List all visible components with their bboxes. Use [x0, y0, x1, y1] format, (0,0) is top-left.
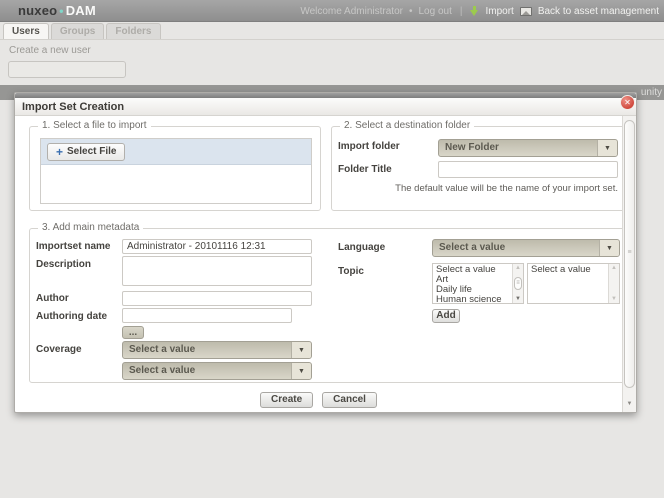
file-upload-box: + Select File [40, 138, 312, 204]
metadata-section: 3. Add main metadata Importset name Desc… [29, 228, 627, 383]
language-combobox[interactable]: Select a value ▼ [432, 239, 620, 257]
tab-folders[interactable]: Folders [106, 23, 160, 39]
topic-selected-scrollbar[interactable]: ▲ ▼ [608, 264, 619, 303]
importset-name-input[interactable] [122, 239, 312, 254]
dialog-scroll-down-button[interactable]: ▼ [624, 398, 635, 410]
close-button[interactable]: ✕ [620, 95, 635, 110]
topic-selected-items: Select a value [528, 264, 608, 303]
description-textarea[interactable] [122, 256, 312, 286]
folder-title-input[interactable] [438, 161, 618, 178]
import-folder-combobox[interactable]: New Folder ▼ [438, 139, 618, 157]
importset-name-label: Importset name [36, 241, 110, 252]
coverage-secondary-value: Select a value [123, 363, 291, 379]
dialog-scrollbar-thumb[interactable]: ≡ [624, 120, 635, 388]
select-file-button[interactable]: + Select File [47, 143, 125, 161]
scrollbar-thumb[interactable]: ≡ [514, 277, 522, 290]
dropdown-arrow-icon: ▼ [606, 245, 613, 252]
topic-label: Topic [338, 266, 364, 277]
coverage-label: Coverage [36, 344, 82, 355]
import-arrow-icon [470, 6, 479, 16]
coverage-value: Select a value [123, 342, 291, 358]
coverage-secondary-dropdown-button[interactable]: ▼ [291, 363, 311, 379]
topic-option[interactable]: Human science [433, 295, 512, 304]
tab-groups[interactable]: Groups [51, 23, 105, 39]
folder-title-label: Folder Title [338, 164, 392, 175]
author-input[interactable] [122, 291, 312, 306]
topic-available-scrollbar[interactable]: ▲ ≡ ▼ [512, 264, 523, 303]
import-folder-dropdown-button[interactable]: ▼ [597, 140, 617, 156]
scroll-grip-icon: ≡ [516, 280, 520, 286]
scroll-down-icon: ▼ [515, 296, 521, 302]
scroll-up-icon: ▲ [611, 265, 617, 271]
dropdown-arrow-icon: ▼ [604, 145, 611, 152]
topic-selected-list[interactable]: Select a value ▲ ▼ [527, 263, 620, 304]
folder-title-hint: The default value will be the name of yo… [362, 183, 618, 194]
authoring-date-input[interactable] [122, 308, 292, 323]
nuxeo-dam-logo: nuxeo•DAM [18, 3, 96, 18]
back-to-asset-management-link[interactable]: Back to asset management [538, 6, 659, 17]
create-user-label: Create a new user [9, 45, 91, 56]
logo-dot-icon: • [59, 4, 63, 18]
topic-available-items: Select a value Art Daily life Human scie… [433, 264, 512, 303]
back-image-icon [520, 7, 532, 16]
tab-bar: Users Groups Folders [0, 23, 664, 40]
header-divider: | [460, 6, 463, 17]
description-label: Description [36, 259, 91, 270]
coverage-secondary-combobox[interactable]: Select a value ▼ [122, 362, 312, 380]
dialog-button-row: Create Cancel [15, 392, 622, 408]
top-bar-right: Welcome Administrator • Log out | Import… [300, 0, 659, 22]
create-button[interactable]: Create [260, 392, 313, 408]
add-button[interactable]: Add [432, 309, 460, 323]
tab-users[interactable]: Users [3, 23, 49, 39]
date-picker-button[interactable]: ... [122, 326, 144, 339]
dropdown-arrow-icon: ▼ [298, 347, 305, 354]
language-value: Select a value [433, 240, 599, 256]
scroll-down-icon: ▼ [627, 401, 633, 407]
new-user-input[interactable] [8, 61, 126, 78]
welcome-separator: • [409, 6, 413, 17]
file-section: 1. Select a file to import + Select File [29, 126, 321, 211]
file-upload-toolbar: + Select File [41, 139, 311, 165]
select-file-label: Select File [67, 146, 116, 157]
welcome-text: Welcome Administrator [300, 6, 403, 17]
screen: nuxeo•DAM Welcome Administrator • Log ou… [0, 0, 664, 498]
import-folder-label: Import folder [338, 141, 400, 152]
coverage-dropdown-button[interactable]: ▼ [291, 342, 311, 358]
folder-section: 2. Select a destination folder Import fo… [331, 126, 627, 211]
import-link[interactable]: Import [485, 6, 513, 17]
logout-link[interactable]: Log out [418, 6, 451, 17]
topic-available-list[interactable]: Select a value Art Daily life Human scie… [432, 263, 524, 304]
language-dropdown-button[interactable]: ▼ [599, 240, 619, 256]
coverage-combobox[interactable]: Select a value ▼ [122, 341, 312, 359]
metadata-section-legend: 3. Add main metadata [38, 222, 143, 233]
topic-option[interactable]: Select a value [528, 265, 608, 275]
language-label: Language [338, 242, 385, 253]
logo-dam: DAM [66, 3, 96, 18]
import-set-creation-dialog: Import Set Creation ✕ 1. Select a file t… [14, 92, 637, 413]
dialog-title: Import Set Creation [22, 101, 124, 113]
import-folder-value: New Folder [439, 140, 597, 156]
author-label: Author [36, 293, 69, 304]
scroll-down-icon: ▼ [611, 296, 617, 302]
dialog-scrollbar[interactable]: ≡ ▼ [622, 116, 636, 412]
clipped-community-text: unity [641, 87, 662, 98]
close-icon: ✕ [624, 98, 631, 107]
plus-icon: + [56, 147, 63, 157]
file-section-legend: 1. Select a file to import [38, 120, 151, 131]
scroll-grip-icon: ≡ [625, 249, 634, 256]
dropdown-arrow-icon: ▼ [298, 368, 305, 375]
cancel-button[interactable]: Cancel [322, 392, 377, 408]
folder-section-legend: 2. Select a destination folder [340, 120, 474, 131]
top-bar: nuxeo•DAM Welcome Administrator • Log ou… [0, 0, 664, 22]
logo-nuxeo: nuxeo [18, 3, 57, 18]
authoring-date-label: Authoring date [36, 311, 107, 322]
scroll-up-icon: ▲ [515, 265, 521, 271]
